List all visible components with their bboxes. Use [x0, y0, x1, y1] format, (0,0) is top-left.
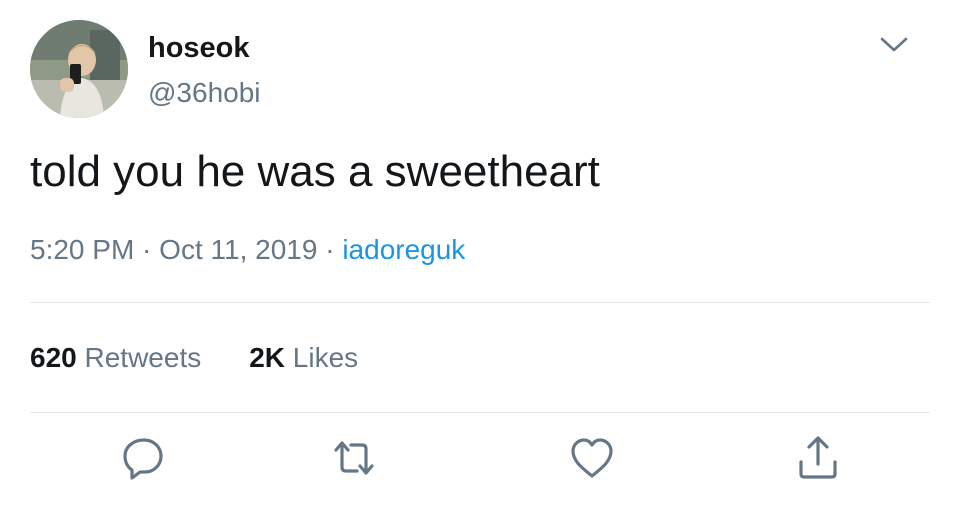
- author-display-name[interactable]: hoseok: [148, 30, 250, 66]
- reply-button[interactable]: [120, 434, 168, 482]
- likes-count: 2K: [249, 342, 286, 373]
- likes-stat[interactable]: 2K Likes: [249, 340, 358, 376]
- tweet-stats: 620 Retweets 2K Likes: [30, 340, 358, 376]
- retweets-stat[interactable]: 620 Retweets: [30, 340, 201, 376]
- meta-separator: ·: [134, 234, 160, 265]
- share-button[interactable]: [794, 434, 842, 482]
- retweet-icon: [334, 441, 374, 475]
- share-icon: [799, 436, 837, 479]
- tweet-source-link[interactable]: iadoreguk: [342, 234, 465, 265]
- divider: [30, 412, 930, 413]
- retweets-label: Retweets: [84, 342, 202, 373]
- likes-label: Likes: [292, 342, 359, 373]
- tweet-meta: 5:20 PM · Oct 11, 2019 · iadoreguk: [30, 232, 465, 268]
- author-handle[interactable]: @36hobi: [148, 75, 261, 111]
- like-button[interactable]: [568, 434, 616, 482]
- avatar-photo: [30, 20, 128, 118]
- tweet-time[interactable]: 5:20 PM: [30, 234, 134, 265]
- tweet-text: told you he was a sweetheart: [30, 147, 600, 196]
- tweet-date[interactable]: Oct 11, 2019: [159, 234, 317, 265]
- retweets-count: 620: [30, 342, 77, 373]
- reply-icon: [123, 438, 163, 480]
- meta-separator: ·: [317, 234, 343, 265]
- avatar[interactable]: [30, 20, 128, 118]
- heart-icon: [571, 438, 613, 478]
- chevron-down-icon[interactable]: [874, 30, 914, 60]
- divider: [30, 302, 930, 303]
- retweet-button[interactable]: [330, 434, 378, 482]
